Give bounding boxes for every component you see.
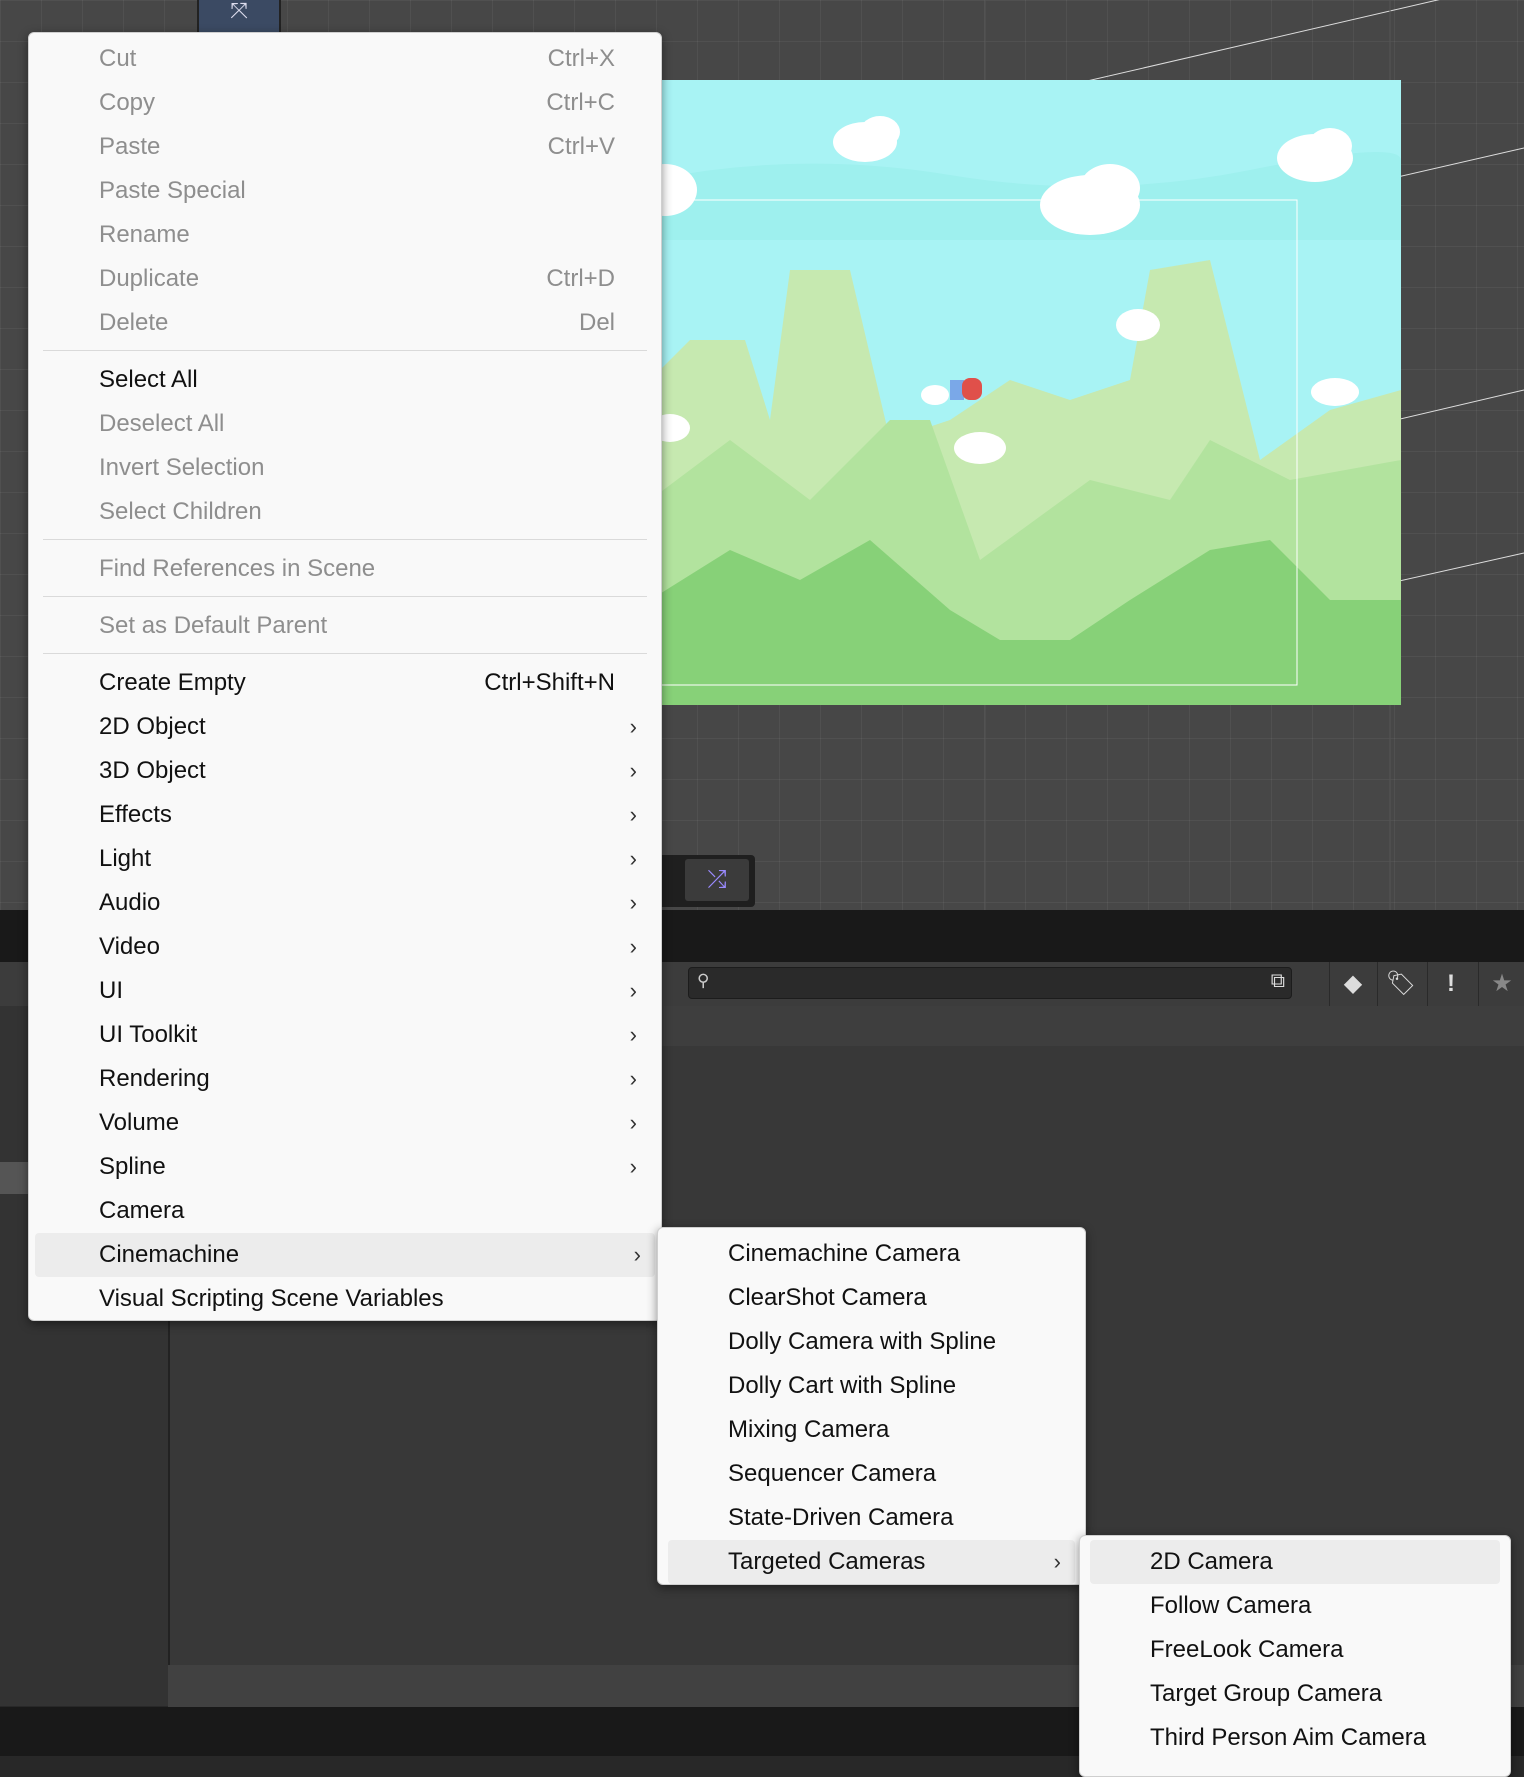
menu-item-clearshot-camera[interactable]: ClearShot Camera [668, 1276, 1075, 1320]
game-background-sprite[interactable] [650, 80, 1401, 705]
menu-item-third-person-aim-camera[interactable]: Third Person Aim Camera [1090, 1716, 1500, 1760]
chevron-right-icon: › [629, 758, 637, 783]
warning-icon[interactable]: ! [1427, 962, 1474, 1006]
chevron-right-icon: › [629, 1110, 637, 1135]
targeted-cameras-submenu: 2D Camera Follow Camera FreeLook Camera … [1079, 1535, 1511, 1777]
menu-item-dolly-cart-with-spline[interactable]: Dolly Cart with Spline [668, 1364, 1075, 1408]
menu-item-audio[interactable]: Audio › [39, 881, 651, 925]
menu-item-3d-object[interactable]: 3D Object › [39, 749, 651, 793]
menu-item-dolly-camera-with-spline[interactable]: Dolly Camera with Spline [668, 1320, 1075, 1364]
star-icon[interactable]: ★ [1478, 962, 1524, 1006]
menu-item-delete[interactable]: Delete Del [39, 301, 651, 345]
menu-item-select-all[interactable]: Select All [39, 358, 651, 402]
menu-item-video[interactable]: Video › [39, 925, 651, 969]
context-menu: Cut Ctrl+X Copy Ctrl+C Paste Ctrl+V Paste S… [28, 32, 662, 1321]
menu-item-ui[interactable]: UI › [39, 969, 651, 1013]
shapes-filter-icon[interactable]: ◆ [1329, 962, 1376, 1006]
chevron-right-icon: › [629, 846, 637, 871]
project-content-header [660, 1006, 1524, 1046]
search-field[interactable]: ⚲ ⧉ [688, 967, 1292, 999]
chevron-right-icon: › [629, 1154, 637, 1179]
chevron-right-icon: › [629, 1066, 637, 1091]
menu-item-camera[interactable]: Camera [39, 1189, 651, 1233]
background-art [650, 80, 1401, 705]
menu-item-select-children[interactable]: Select Children [39, 490, 651, 534]
chevron-right-icon: › [629, 978, 637, 1003]
menu-item-target-group-camera[interactable]: Target Group Camera [1090, 1672, 1500, 1716]
search-icon: ⚲ [697, 971, 710, 990]
menu-item-follow-camera[interactable]: Follow Camera [1090, 1584, 1500, 1628]
menu-item-copy[interactable]: Copy Ctrl+C [39, 81, 651, 125]
menu-item-freelook-camera[interactable]: FreeLook Camera [1090, 1628, 1500, 1672]
search-input[interactable] [719, 970, 1253, 996]
expand-icon[interactable]: ⧉ [1271, 970, 1285, 993]
menu-item-invert-selection[interactable]: Invert Selection [39, 446, 651, 490]
tag-icon[interactable]: 🏷 [1377, 962, 1424, 1006]
chevron-right-icon: › [633, 1242, 641, 1267]
menu-item-create-empty[interactable]: Create Empty Ctrl+Shift+N [39, 661, 651, 705]
menu-item-spline[interactable]: Spline › [39, 1145, 651, 1189]
menu-item-mixing-camera[interactable]: Mixing Camera [668, 1408, 1075, 1452]
chevron-right-icon: › [1053, 1549, 1061, 1574]
selected-folder-row[interactable] [0, 1162, 30, 1194]
overlay-toolbar: ⤮ [655, 855, 755, 907]
menu-item-find-references[interactable]: Find References in Scene [39, 547, 651, 591]
chevron-right-icon: › [629, 1022, 637, 1047]
menu-item-2d-camera[interactable]: 2D Camera [1090, 1540, 1500, 1584]
shuffle-icon[interactable]: ⤮ [685, 859, 749, 901]
menu-item-visual-scripting-scene-variables[interactable]: Visual Scripting Scene Variables [39, 1277, 651, 1321]
menu-separator [43, 653, 647, 654]
menu-item-paste[interactable]: Paste Ctrl+V [39, 125, 651, 169]
menu-item-set-default-parent[interactable]: Set as Default Parent [39, 604, 651, 648]
menu-item-ui-toolkit[interactable]: UI Toolkit › [39, 1013, 651, 1057]
menu-item-volume[interactable]: Volume › [39, 1101, 651, 1145]
menu-item-state-driven-camera[interactable]: State-Driven Camera [668, 1496, 1075, 1540]
menu-item-cut[interactable]: Cut Ctrl+X [39, 37, 651, 81]
menu-item-duplicate[interactable]: Duplicate Ctrl+D [39, 257, 651, 301]
cinemachine-submenu: Cinemachine Camera ClearShot Camera Doll… [657, 1227, 1086, 1585]
menu-item-light[interactable]: Light › [39, 837, 651, 881]
menu-item-sequencer-camera[interactable]: Sequencer Camera [668, 1452, 1075, 1496]
chevron-right-icon: › [629, 714, 637, 739]
chevron-right-icon: › [629, 934, 637, 959]
menu-item-paste-special[interactable]: Paste Special [39, 169, 651, 213]
menu-item-cinemachine[interactable]: Cinemachine › [35, 1233, 655, 1277]
menu-separator [43, 596, 647, 597]
menu-item-rename[interactable]: Rename [39, 213, 651, 257]
menu-item-rendering[interactable]: Rendering › [39, 1057, 651, 1101]
menu-separator [43, 350, 647, 351]
menu-item-targeted-cameras[interactable]: Targeted Cameras › [668, 1540, 1075, 1584]
menu-separator [43, 539, 647, 540]
chevron-right-icon: › [629, 890, 637, 915]
menu-item-effects[interactable]: Effects › [39, 793, 651, 837]
menu-item-2d-object[interactable]: 2D Object › [39, 705, 651, 749]
menu-item-cinemachine-camera[interactable]: Cinemachine Camera [668, 1232, 1075, 1276]
chevron-right-icon: › [629, 802, 637, 827]
menu-item-deselect-all[interactable]: Deselect All [39, 402, 651, 446]
